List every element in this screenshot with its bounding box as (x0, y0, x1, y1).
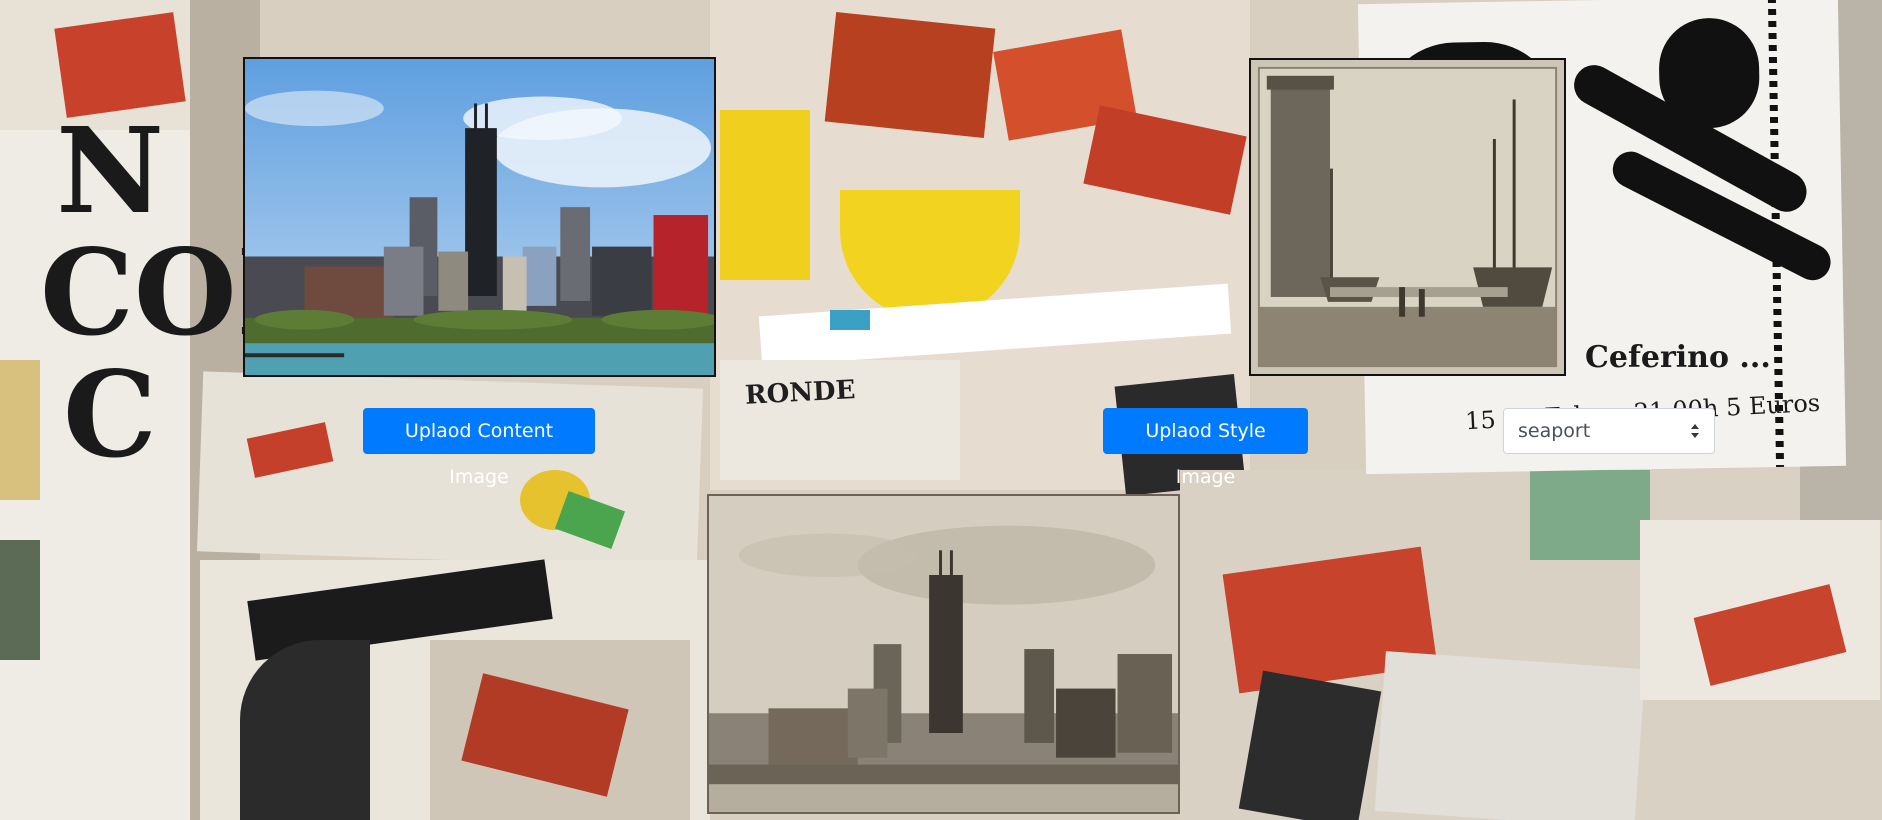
background-poster-title: Ceferino ... (1585, 340, 1771, 375)
select-arrows-icon (1691, 424, 1699, 438)
seaport-etching (1251, 60, 1564, 374)
background-scrap-letters: N CON C (40, 101, 345, 484)
upload-style-image-button[interactable]: Uplaod Style Image (1103, 408, 1308, 488)
upload-content-image-button[interactable]: Uplaod Content Image (363, 408, 595, 488)
content-image (243, 57, 716, 377)
background-scrap-word: RONDE (744, 375, 857, 411)
style-image (1249, 58, 1566, 376)
stylized-skyline (709, 496, 1178, 812)
city-skyline-photo (245, 59, 714, 375)
style-select-dropdown[interactable]: seaport (1503, 408, 1715, 454)
stylized-result-image (707, 494, 1180, 814)
style-select-value: seaport (1518, 420, 1591, 442)
